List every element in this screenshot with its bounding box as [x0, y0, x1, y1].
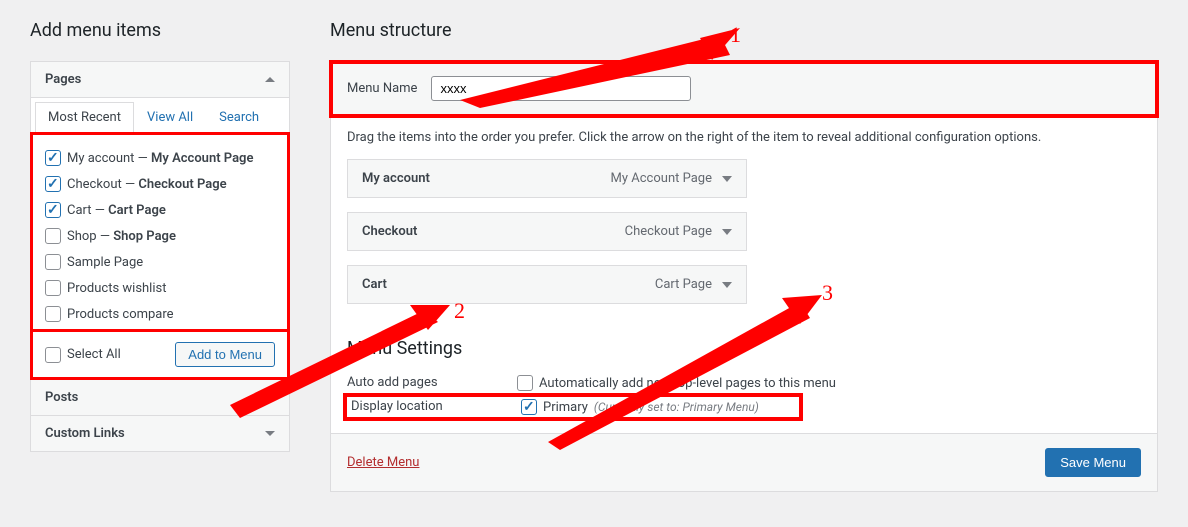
page-item: Products wishlist — [45, 275, 283, 301]
menu-settings-heading: Menu Settings — [347, 338, 1141, 359]
save-menu-button[interactable]: Save Menu — [1045, 448, 1141, 477]
menu-item[interactable]: Checkout Checkout Page — [347, 212, 747, 251]
auto-add-checkbox[interactable] — [517, 375, 533, 391]
posts-accordion-header[interactable]: Posts — [31, 380, 289, 415]
menu-structure-heading: Menu structure — [330, 20, 1158, 41]
add-menu-items-panel: Add menu items Pages Most Recent View Al… — [30, 20, 290, 492]
menu-structure-panel: Menu structure Menu Name Drag the items … — [330, 20, 1158, 492]
auto-add-label: Auto add pages — [347, 375, 517, 390]
page-item-label[interactable]: Shop — Shop Page — [45, 228, 283, 244]
page-item: Checkout — Checkout Page — [45, 171, 283, 197]
annotation-number-2: 2 — [454, 298, 465, 324]
custom-links-label: Custom Links — [45, 426, 125, 441]
page-item: My account — My Account Page — [45, 145, 283, 171]
auto-add-text: Automatically add new top-level pages to… — [539, 376, 836, 391]
posts-label: Posts — [45, 390, 78, 405]
pages-tabs: Most Recent View All Search — [31, 98, 289, 133]
menu-name-row: Menu Name — [331, 62, 1157, 116]
page-item-text: Products compare — [67, 307, 174, 322]
caret-up-icon — [265, 77, 275, 82]
annotation-number-3: 3 — [822, 280, 833, 306]
tab-most-recent[interactable]: Most Recent — [35, 102, 134, 133]
pages-accordion-header[interactable]: Pages — [31, 62, 289, 98]
page-item-checkbox[interactable] — [45, 228, 61, 244]
page-item-text: Products wishlist — [67, 281, 166, 296]
caret-down-icon[interactable] — [722, 229, 732, 235]
page-item-label[interactable]: Checkout — Checkout Page — [45, 176, 283, 192]
tab-search[interactable]: Search — [206, 102, 272, 133]
add-menu-items-heading: Add menu items — [30, 20, 290, 41]
page-item: Cart — Cart Page — [45, 197, 283, 223]
display-location-label: Display location — [351, 399, 521, 414]
select-all-row[interactable]: Select All — [45, 347, 121, 363]
page-item-text: My account — My Account Page — [67, 151, 253, 166]
caret-down-icon — [265, 395, 275, 400]
pages-list[interactable]: My account — My Account Page Checkout — C… — [30, 132, 290, 332]
menu-item-title: Checkout — [362, 224, 417, 239]
menu-item-type: Checkout Page — [625, 224, 732, 239]
page-item-checkbox[interactable] — [45, 176, 61, 192]
page-item-label[interactable]: Products wishlist — [45, 280, 283, 296]
pages-accordion: Pages Most Recent View All Search My acc… — [30, 61, 290, 380]
page-item-label[interactable]: Products compare — [45, 306, 283, 322]
menu-item[interactable]: Cart Cart Page — [347, 265, 747, 304]
annotation-number-1: 1 — [730, 22, 741, 48]
tab-view-all[interactable]: View All — [134, 102, 206, 133]
menu-name-input[interactable] — [431, 76, 691, 101]
page-item-text: Cart — Cart Page — [67, 203, 166, 218]
menu-item-type: Cart Page — [655, 277, 732, 292]
menu-name-label: Menu Name — [347, 81, 417, 96]
menu-settings: Menu Settings Auto add pages Automatical… — [331, 328, 1157, 433]
page-item-label[interactable]: My account — My Account Page — [45, 150, 283, 166]
page-item: Sample Page — [45, 249, 283, 275]
menu-item-title: Cart — [362, 277, 387, 292]
add-to-menu-button[interactable]: Add to Menu — [175, 342, 275, 367]
page-item-label[interactable]: Cart — Cart Page — [45, 202, 283, 218]
primary-hint: (Currently set to: Primary Menu) — [594, 400, 759, 414]
primary-checkbox[interactable] — [521, 399, 537, 415]
caret-down-icon[interactable] — [722, 282, 732, 288]
page-item-text: Shop — Shop Page — [67, 229, 176, 244]
drag-instructions: Drag the items into the order you prefer… — [331, 116, 1157, 159]
page-item-text: Sample Page — [67, 255, 143, 270]
page-item-checkbox[interactable] — [45, 254, 61, 270]
pages-label: Pages — [45, 72, 81, 87]
posts-accordion: Posts — [30, 380, 290, 416]
page-item-text: Checkout — Checkout Page — [67, 177, 227, 192]
menu-item-title: My account — [362, 171, 430, 186]
page-item-checkbox[interactable] — [45, 150, 61, 166]
select-all-label: Select All — [67, 347, 121, 362]
select-all-checkbox[interactable] — [45, 347, 61, 363]
page-item: Shop — Shop Page — [45, 223, 283, 249]
caret-down-icon — [265, 431, 275, 436]
page-item-checkbox[interactable] — [45, 280, 61, 296]
menu-edit-box: Menu Name Drag the items into the order … — [330, 61, 1158, 492]
page-item-label[interactable]: Sample Page — [45, 254, 283, 270]
menu-footer: Delete Menu Save Menu — [331, 433, 1157, 491]
primary-label: Primary — [543, 400, 588, 415]
menu-item-type: My Account Page — [611, 171, 732, 186]
page-item: Products compare — [45, 301, 283, 327]
caret-down-icon[interactable] — [722, 176, 732, 182]
menu-item[interactable]: My account My Account Page — [347, 159, 747, 198]
page-item-checkbox[interactable] — [45, 202, 61, 218]
custom-links-accordion-header[interactable]: Custom Links — [31, 416, 289, 451]
page-item-checkbox[interactable] — [45, 306, 61, 322]
custom-links-accordion: Custom Links — [30, 416, 290, 452]
delete-menu-link[interactable]: Delete Menu — [347, 455, 419, 470]
